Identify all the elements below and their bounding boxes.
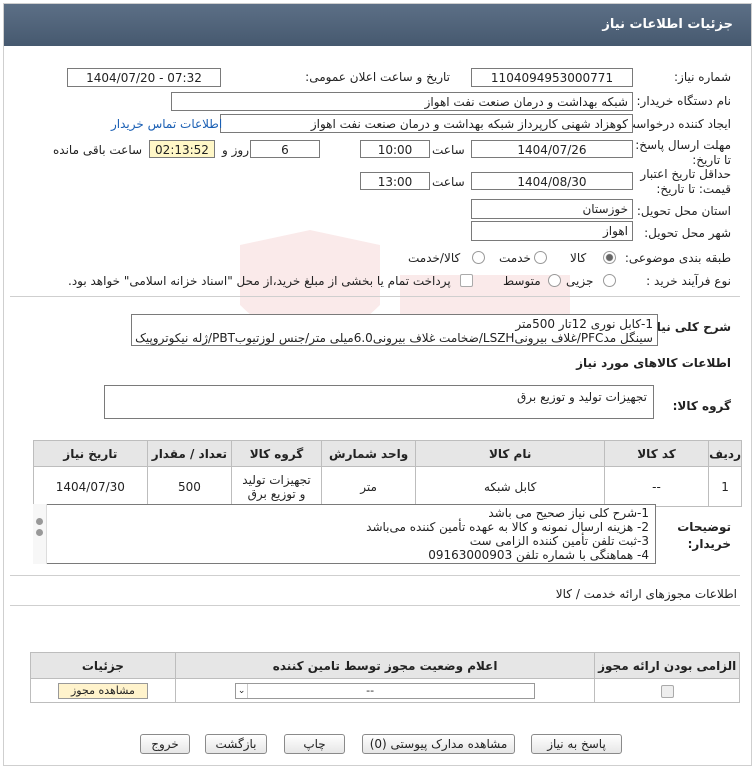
cell-code: -- [603,466,710,507]
city-field: اهواز [471,221,633,241]
province-field: خوزستان [471,199,633,219]
notes-line-2: 2- هزینه ارسال نمونه و کالا به عهده تأمی… [366,520,649,534]
deadline-time-field: 10:00 [360,140,430,158]
divider [10,296,740,297]
permit-details-cell: مشاهده مجوز [30,678,176,703]
notes-scrollbar[interactable] [33,504,47,564]
buyer-org-label: نام دستگاه خریدار: [636,94,732,108]
notes-line-3: 3-ثبت تلفن تأمین کننده الزامی ست [469,534,649,548]
col-qty: تعداد / مقدار [146,440,233,467]
summary-line-1: 1-کابل نوری 12تار 500متر [515,317,653,331]
reply-button[interactable]: پاسخ به نیاز [531,734,622,754]
back-button[interactable]: بازگشت [205,734,267,754]
deadline-time-label: ساعت [432,143,465,157]
contact-buyer-link[interactable]: اطلاعات تماس خریدار [111,117,222,131]
category-goods-label: کالا [570,251,587,265]
page-header: جزئیات اطلاعات نیاز [4,4,751,46]
table-row: ⌄ -- مشاهده مجوز [30,678,740,703]
scroll-down-dot-icon [36,529,43,536]
notes-label: توضیحات خریدار: [677,520,731,551]
col-unit: واحد شمارش [320,440,417,467]
permit-status-cell: ⌄ -- [174,678,596,703]
category-radio-goods[interactable] [603,250,616,264]
goods-section-title: اطلاعات کالاهای مورد نیاز [576,356,731,370]
chevron-down-icon: ⌄ [236,683,249,698]
attached-docs-button[interactable]: مشاهده مدارک پیوستی (0) [362,734,515,754]
permits-table-header: الزامی بودن ارائه مجوز اعلام وضعیت مجوز … [30,652,740,679]
cell-date: 1404/07/30 [33,466,148,507]
announce-label: تاریخ و ساعت اعلان عمومی: [305,70,450,84]
notes-line-4: 4- هماهنگی با شماره تلفن 09163000903 [428,548,649,562]
days-field: 6 [250,140,320,158]
permit-col-status: اعلام وضعیت مجوز توسط تامین کننده [174,652,596,679]
notes-line-1: 1-شرح کلی نیاز صحیح می باشد [488,506,649,520]
city-label: شهر محل تحویل: [644,226,731,240]
validity-time-field: 13:00 [360,172,430,190]
col-code: کد کالا [603,440,710,467]
summary-box: 1-کابل نوری 12تار 500متر سینگل مدPFC/غلا… [131,314,658,346]
view-permit-button[interactable]: مشاهده مجوز [57,682,148,699]
process-label: نوع فرآیند خرید : [646,274,731,288]
process-medium-label: متوسط [503,274,541,288]
table-row: 1 -- کابل شبکه متر تجهیزات تولید و توزیع… [33,466,742,507]
announce-field: 1404/07/20 - 07:32 [67,68,221,87]
requester-field: کوهزاد شهنی کارپرداز شبکه بهداشت و درمان… [220,114,633,133]
permits-section-title: اطلاعات مجوزهای ارائه خدمت / کالا [555,587,737,601]
goods-group-box: تجهیزات تولید و توزیع برق [104,385,654,419]
print-button[interactable]: چاپ [284,734,345,754]
payment-note: پرداخت تمام یا بخشی از مبلغ خرید،از محل … [68,274,451,288]
permit-col-details: جزئیات [30,652,176,679]
permit-col-required: الزامی بودن ارائه مجوز [594,652,740,679]
col-date: تاریخ نیاز [33,440,148,467]
payment-checkbox[interactable] [460,273,473,287]
need-number-field: 1104094953000771 [471,68,633,87]
notes-box: 1-شرح کلی نیاز صحیح می باشد 2- هزینه ارس… [33,504,656,564]
process-radio-medium[interactable] [548,273,561,287]
cell-index: 1 [708,466,742,507]
goods-table-header: ردیف کد کالا نام کالا واحد شمارش گروه کا… [33,440,742,467]
remaining-label: ساعت باقی مانده [53,143,143,157]
col-group: گروه کالا [231,440,322,467]
goods-group-value: تجهیزات تولید و توزیع برق [517,390,647,404]
col-index: ردیف [708,440,742,467]
permit-status-value: -- [366,683,375,697]
cell-group: تجهیزات تولید و توزیع برق [231,466,322,507]
category-service-label: خدمت [499,251,531,265]
requester-label: ایجاد کننده درخواست: [620,117,731,131]
goods-table: ردیف کد کالا نام کالا واحد شمارش گروه کا… [33,440,742,507]
validity-label: حداقل تاریخ اعتبار قیمت: تا تاریخ: [640,167,731,196]
goods-group-label: گروه کالا: [672,399,731,413]
validity-time-label: ساعت [432,175,465,189]
category-label: طبقه بندی موضوعی: [624,251,731,265]
need-number-label: شماره نیاز: [674,70,731,84]
summary-line-2: سینگل مدPFC/غلاف بیرونیLSZH/ضخامت غلاف ب… [135,331,653,345]
days-label: روز و [222,143,249,157]
permits-table: الزامی بودن ارائه مجوز اعلام وضعیت مجوز … [30,652,740,703]
deadline-date-field: 1404/07/26 [471,140,633,158]
page-title: جزئیات اطلاعات نیاز [602,17,733,32]
validity-date-field: 1404/08/30 [471,172,633,190]
divider [10,605,740,606]
cell-unit: متر [320,466,417,507]
cell-name: کابل شبکه [415,466,605,507]
process-minor-label: جزیی [566,274,594,288]
buyer-org-field: شبکه بهداشت و درمان صنعت نفت اهواز [171,92,633,111]
watermark-logo [240,230,570,340]
exit-button[interactable]: خروج [140,734,190,754]
cell-qty: 500 [146,466,233,507]
permit-required-checkbox [660,684,674,698]
permit-status-select[interactable]: ⌄ -- [235,682,536,699]
scroll-up-dot-icon [36,518,43,525]
province-label: استان محل تحویل: [636,204,731,218]
permit-required-cell [594,678,740,703]
deadline-label: مهلت ارسال پاسخ: تا تاریخ: [635,138,731,167]
col-name: نام کالا [415,440,605,467]
divider [10,575,740,576]
category-both-label: کالا/خدمت [408,251,461,265]
remaining-time-field: 02:13:52 [149,140,215,158]
category-radio-both[interactable] [472,250,485,264]
category-radio-service[interactable] [534,250,547,264]
process-radio-minor[interactable] [603,273,616,287]
